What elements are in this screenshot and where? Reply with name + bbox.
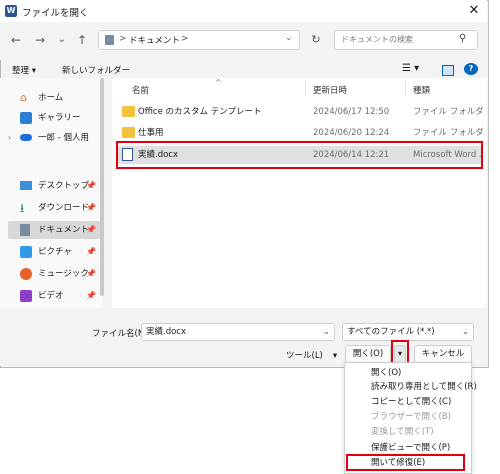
pictures-icon — [20, 246, 32, 258]
sidebar-item-desktop[interactable]: デスクトップ 📌 — [8, 177, 100, 195]
filename-dropdown-icon[interactable]: ⌄ — [323, 324, 330, 340]
filename-field[interactable]: 実績.docx ⌄ — [141, 323, 335, 341]
highlight-open-and-repair — [346, 454, 465, 471]
list-item[interactable]: 仕事用 2024/06/20 12:24 ファイル フォルダー — [118, 124, 483, 142]
download-icon: ⭳ — [20, 201, 25, 215]
menu-item-open[interactable]: 開く(O) — [371, 366, 401, 380]
sidebar-item-pictures[interactable]: ピクチャ 📌 — [8, 243, 100, 261]
pin-icon: 📌 — [86, 181, 96, 190]
search-icon[interactable]: ⚲ — [459, 33, 466, 44]
breadcrumb-chevron[interactable]: > — [181, 34, 189, 44]
column-divider[interactable] — [305, 80, 306, 96]
tools-dropdown-icon: ▾ — [332, 351, 338, 361]
new-folder-button[interactable]: 新しいフォルダー — [62, 64, 130, 76]
pin-icon: 📌 — [86, 203, 96, 212]
documents-location-icon — [105, 35, 114, 45]
breadcrumb-separator: > — [119, 34, 127, 44]
video-icon — [20, 290, 32, 302]
menu-item-open-in-browser: ブラウザーで開く(B) — [371, 412, 451, 422]
highlight-selected-file — [116, 141, 483, 169]
menu-item-open-protected-view[interactable]: 保護ビューで開く(P) — [371, 441, 450, 455]
help-icon[interactable]: ? — [464, 63, 478, 75]
up-arrow-icon[interactable]: ↑ — [72, 30, 92, 50]
sidebar-item-gallery[interactable]: ギャラリー — [8, 109, 100, 127]
menu-item-open-read-only[interactable]: 読み取り専用として開く(R) — [371, 380, 477, 394]
sidebar-item-music[interactable]: ミュージック 📌 — [8, 265, 100, 283]
forward-arrow-icon[interactable]: → — [30, 30, 50, 50]
onedrive-icon — [20, 134, 32, 141]
sidebar-item-onedrive[interactable]: 一郎 - 個人用 — [8, 129, 100, 147]
open-button[interactable]: 開く(O) — [345, 345, 391, 363]
preview-pane-icon[interactable] — [442, 65, 454, 76]
pin-icon: 📌 — [86, 225, 96, 234]
list-item[interactable]: Office のカスタム テンプレート 2024/06/17 12:50 ファイ… — [118, 103, 483, 121]
menu-item-open-with-transform: 変換して開く(T) — [371, 427, 434, 437]
organize-menu-button[interactable]: 整理 ▾ — [12, 64, 36, 76]
dialog-title: ファイルを開く — [22, 8, 89, 19]
sidebar-item-videos[interactable]: ビデオ 📌 — [8, 287, 100, 305]
sort-up-icon: ^ — [215, 78, 222, 87]
file-type-value: すべてのファイル (*.*) — [347, 327, 435, 337]
pin-icon: 📌 — [86, 291, 96, 300]
menu-item-open-as-copy[interactable]: コピーとして開く(C) — [371, 395, 451, 409]
column-divider[interactable] — [405, 80, 406, 96]
folder-icon — [122, 127, 135, 138]
column-header-name[interactable]: 名前 — [132, 84, 149, 96]
home-icon: ⌂ — [20, 91, 27, 104]
address-dropdown-icon[interactable]: ⌄ — [285, 33, 293, 43]
breadcrumb-documents[interactable]: ドキュメント — [129, 34, 180, 46]
search-input[interactable]: ドキュメントの検索 ⚲ — [334, 30, 478, 50]
refresh-icon[interactable]: ↻ — [306, 30, 326, 50]
pin-icon: 📌 — [86, 247, 96, 256]
recent-locations-icon[interactable]: ⌄ — [52, 30, 72, 50]
column-header-date[interactable]: 更新日時 — [313, 84, 347, 96]
view-options-icon[interactable]: ☰ ▾ — [402, 63, 419, 74]
tools-menu-button[interactable]: ツール(L) ▾ — [286, 349, 337, 361]
desktop-icon — [20, 181, 32, 190]
file-type-filter[interactable]: すべてのファイル (*.*) ⌄ — [342, 323, 474, 341]
back-arrow-icon[interactable]: ← — [6, 30, 26, 50]
filename-value: 実績.docx — [146, 327, 187, 337]
column-header-type[interactable]: 種類 — [413, 84, 430, 96]
gallery-icon — [20, 112, 32, 124]
filter-dropdown-icon[interactable]: ⌄ — [462, 324, 469, 340]
sidebar-item-downloads[interactable]: ⭳ ダウンロード 📌 — [8, 199, 100, 217]
word-app-icon: W — [5, 5, 17, 17]
address-bar[interactable]: > ドキュメント > ⌄ — [98, 30, 300, 50]
folder-icon — [122, 106, 135, 117]
documents-icon — [20, 224, 30, 236]
sidebar-item-documents[interactable]: ドキュメント 📌 — [8, 221, 100, 239]
close-button[interactable]: ✕ — [463, 1, 485, 21]
sidebar-item-home[interactable]: ⌂ ホーム — [8, 89, 100, 107]
music-icon — [20, 268, 32, 280]
search-placeholder: ドキュメントの検索 — [341, 35, 413, 44]
pin-icon: 📌 — [86, 269, 96, 278]
cancel-button[interactable]: キャンセル — [414, 345, 472, 363]
sidebar-scrollbar[interactable] — [100, 78, 104, 296]
